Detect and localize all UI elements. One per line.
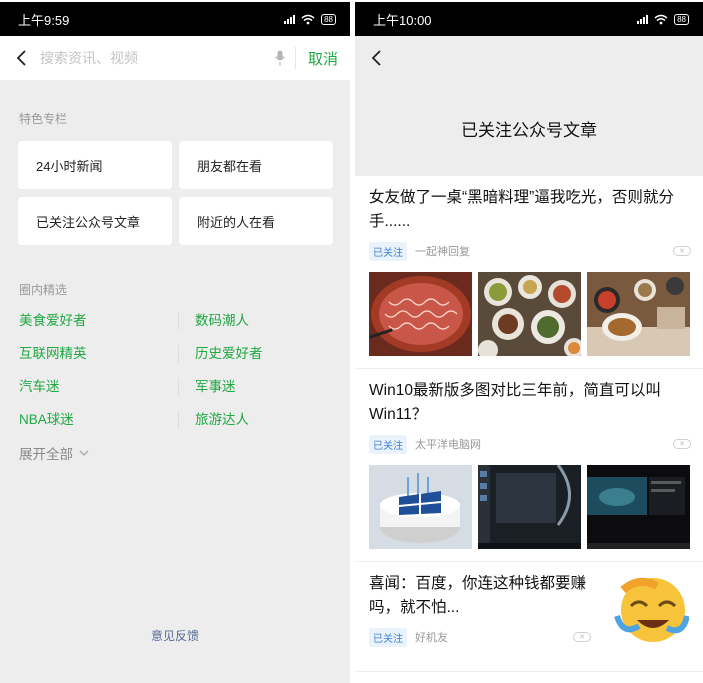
article-source: 好机友 <box>415 632 448 644</box>
expand-all-label: 展开全部 <box>19 447 73 462</box>
status-bar: 上午10:00 88 <box>355 2 703 36</box>
circle-list: 美食爱好者 数码潮人 互联网精英 历史爱好者 汽车迷 军事迷 NBA球迷 旅游达… <box>0 298 350 429</box>
featured-card-friends-watching[interactable]: 朋友都在看 <box>179 141 333 189</box>
circle-item-travel[interactable]: 旅游达人 <box>178 411 334 429</box>
thumbnail-image <box>587 465 690 549</box>
article-thumbnails <box>369 465 691 561</box>
signal-icon <box>284 14 296 24</box>
featured-card-nearby-watching[interactable]: 附近的人在看 <box>179 197 333 245</box>
article-card[interactable]: 女友做了一桌“黑暗料理”逼我吃光，否则就分手...... 已关注 一起神回复 ✕ <box>355 176 703 369</box>
thumbnail-image <box>369 272 472 356</box>
article-card[interactable]: 喜闻：百度，你连这种钱都要赚吗，就不怕... 已关注 好机友 ✕ <box>355 562 703 672</box>
thumbnail-image <box>587 272 690 356</box>
followed-articles-screen: 上午10:00 88 已关注公众号文章 女友做了一桌“黑暗料理”逼我吃光，否则就… <box>355 2 703 683</box>
featured-card-24h-news[interactable]: 24小时新闻 <box>18 141 172 189</box>
article-meta: 已关注 一起神回复 ✕ <box>369 241 691 261</box>
nav-bar <box>355 36 703 80</box>
battery-icon: 88 <box>674 13 689 25</box>
article-source: 一起神回复 <box>415 246 470 258</box>
article-thumbnails <box>369 272 691 368</box>
status-icons: 88 <box>637 13 689 25</box>
article-title: Win10最新版多图对比三年前，简直可以叫Win11？ <box>369 382 661 423</box>
feedback-link[interactable]: 意见反馈 <box>0 627 350 644</box>
status-bar: 上午9:59 88 <box>0 2 350 36</box>
followed-badge: 已关注 <box>369 434 407 454</box>
wifi-icon <box>654 14 668 24</box>
article-title: 女友做了一桌“黑暗料理”逼我吃光，否则就分手...... <box>369 189 674 230</box>
expand-all-button[interactable]: 展开全部 <box>0 429 350 463</box>
article-title: 喜闻：百度，你连这种钱都要赚吗，就不怕... <box>369 575 587 616</box>
circle-section-title: 圈内精选 <box>19 283 68 297</box>
thumbnail-image <box>369 465 472 549</box>
thumbnail-image <box>478 465 581 549</box>
status-time: 上午10:00 <box>373 12 432 28</box>
article-card[interactable]: Win10最新版多图对比三年前，简直可以叫Win11？ 已关注 太平洋电脑网 ✕ <box>355 369 703 562</box>
circle-item-military[interactable]: 军事迷 <box>178 378 334 396</box>
search-screen: 上午9:59 88 取消 特色专栏 24小时新闻 朋友都在看 已关注公众号文章 … <box>0 2 350 683</box>
microphone-icon[interactable] <box>265 50 295 66</box>
featured-card-followed-articles[interactable]: 已关注公众号文章 <box>18 197 172 245</box>
cancel-button[interactable]: 取消 <box>296 48 350 69</box>
circle-item-cars[interactable]: 汽车迷 <box>19 378 194 396</box>
back-icon[interactable] <box>367 48 387 68</box>
status-icons: 88 <box>284 13 336 25</box>
circle-item-food[interactable]: 美食爱好者 <box>19 312 194 330</box>
chevron-down-icon <box>79 450 89 456</box>
search-bar: 取消 <box>0 36 350 80</box>
followed-badge: 已关注 <box>369 627 407 647</box>
dismiss-icon[interactable]: ✕ <box>573 632 591 642</box>
status-time: 上午9:59 <box>18 12 70 28</box>
circle-item-history[interactable]: 历史爱好者 <box>178 345 334 363</box>
wifi-icon <box>301 14 315 24</box>
search-input[interactable] <box>40 50 265 66</box>
thumbnail-image <box>478 272 581 356</box>
dismiss-icon[interactable]: ✕ <box>673 246 691 256</box>
dismiss-icon[interactable]: ✕ <box>673 439 691 449</box>
article-source: 太平洋电脑网 <box>415 439 481 451</box>
battery-icon: 88 <box>321 13 336 25</box>
article-meta: 已关注 好机友 ✕ <box>369 627 591 647</box>
article-meta: 已关注 太平洋电脑网 ✕ <box>369 434 691 454</box>
circle-item-nba[interactable]: NBA球迷 <box>19 411 194 429</box>
circle-item-digital[interactable]: 数码潮人 <box>178 312 334 330</box>
signal-icon <box>637 14 649 24</box>
featured-cards: 24小时新闻 朋友都在看 已关注公众号文章 附近的人在看 <box>0 127 350 245</box>
back-icon[interactable] <box>12 48 32 68</box>
featured-section-title: 特色专栏 <box>19 112 68 126</box>
circle-item-internet[interactable]: 互联网精英 <box>19 345 194 363</box>
crying-laughing-emoji-image <box>614 577 689 642</box>
followed-badge: 已关注 <box>369 241 407 261</box>
page-title: 已关注公众号文章 <box>355 80 703 176</box>
